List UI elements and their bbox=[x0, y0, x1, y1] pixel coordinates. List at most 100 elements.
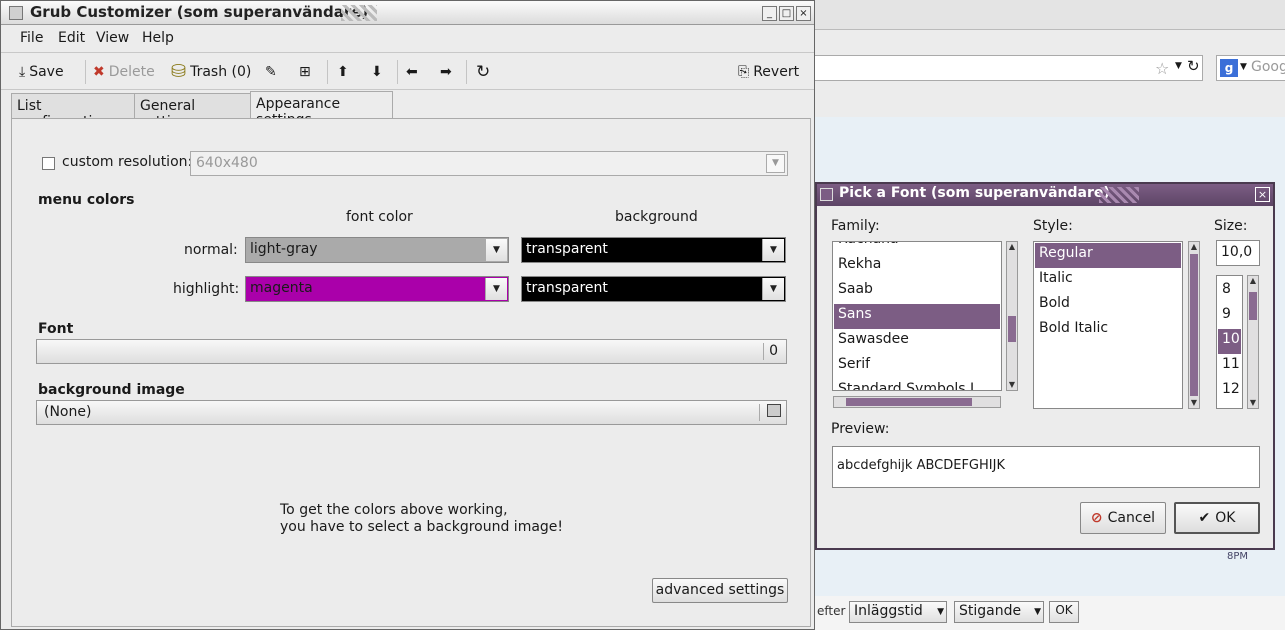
cancel-button[interactable]: ⊘ Cancel bbox=[1080, 502, 1166, 534]
dialog-close-button[interactable]: × bbox=[1255, 187, 1270, 202]
style-item[interactable]: Bold bbox=[1035, 293, 1181, 318]
tab-appearance-settings[interactable]: Appearance settings bbox=[250, 91, 393, 128]
trash-icon: ⛁ bbox=[171, 61, 187, 82]
scroll-down-icon[interactable]: ▼ bbox=[1007, 380, 1017, 390]
create-entry-button[interactable]: ⊞ bbox=[299, 62, 311, 82]
family-horizontal-scrollbar[interactable] bbox=[833, 396, 1001, 408]
menu-help[interactable]: Help bbox=[142, 30, 174, 46]
family-item-selected[interactable]: Sans bbox=[834, 304, 1000, 329]
highlight-background-select[interactable]: transparent ▼ bbox=[521, 276, 786, 302]
ok-button[interactable]: ✔ OK bbox=[1174, 502, 1260, 534]
scrollbar-thumb[interactable] bbox=[1008, 316, 1016, 342]
family-item[interactable]: Sawasdee bbox=[834, 329, 1000, 354]
style-item-selected[interactable]: Regular bbox=[1035, 243, 1181, 268]
trash-button[interactable]: ⛁ Trash (0) bbox=[171, 62, 251, 82]
move-left-button[interactable]: ⬅ bbox=[406, 62, 418, 82]
delete-button[interactable]: ✖ Delete bbox=[93, 62, 155, 82]
search-engine-dropdown-icon[interactable]: ▼ bbox=[1240, 62, 1247, 72]
background-column-header: background bbox=[615, 209, 698, 225]
highlight-font-color-select[interactable]: magenta ▼ bbox=[245, 276, 509, 302]
move-up-button[interactable]: ⬆ bbox=[337, 62, 349, 82]
family-item[interactable]: Serif bbox=[834, 354, 1000, 379]
scroll-up-icon[interactable]: ▲ bbox=[1189, 242, 1199, 252]
refresh-button[interactable]: ↻ bbox=[476, 62, 490, 82]
menu-file[interactable]: File bbox=[20, 30, 43, 46]
background-image-note: To get the colors above working, you hav… bbox=[280, 502, 563, 536]
highlight-label: highlight: bbox=[173, 281, 240, 297]
scroll-down-icon[interactable]: ▼ bbox=[1189, 398, 1199, 408]
sort-field-select[interactable]: Inläggstid ▼ bbox=[849, 601, 947, 623]
note-line-2: you have to select a background image! bbox=[280, 519, 564, 535]
custom-resolution-combo[interactable]: 640x480 ▼ bbox=[190, 151, 788, 176]
family-item[interactable]: Rachana bbox=[834, 242, 1000, 254]
family-item[interactable]: Saab bbox=[834, 279, 1000, 304]
font-picker-button[interactable]: 0 bbox=[36, 339, 787, 364]
size-item[interactable]: 11 bbox=[1218, 354, 1241, 379]
sort-ok-button[interactable]: OK bbox=[1049, 601, 1079, 623]
style-item[interactable]: Bold Italic bbox=[1035, 318, 1181, 343]
scrollbar-thumb[interactable] bbox=[1249, 292, 1257, 320]
window-menu-icon[interactable] bbox=[9, 6, 23, 20]
family-item[interactable]: Standard Symbols L bbox=[834, 379, 1000, 390]
preview-entry[interactable]: abcdefghijk ABCDEFGHIJK bbox=[832, 446, 1260, 488]
revert-button[interactable]: ⎘ Revert bbox=[738, 62, 799, 82]
browser-search-box[interactable]: g ▼ Goog bbox=[1216, 55, 1285, 81]
size-entry[interactable]: 10,0 bbox=[1216, 240, 1260, 266]
preview-label: Preview: bbox=[831, 421, 890, 437]
url-dropdown-icon[interactable]: ▼ bbox=[1175, 61, 1182, 71]
bookmark-star-icon[interactable]: ☆ bbox=[1155, 59, 1169, 78]
sort-order-select[interactable]: Stigande ▼ bbox=[954, 601, 1044, 623]
rename-button[interactable]: ✎ bbox=[265, 62, 277, 82]
size-list[interactable]: 8 9 10 11 12 bbox=[1216, 275, 1243, 409]
style-scrollbar[interactable]: ▲ ▼ bbox=[1188, 241, 1200, 409]
size-item[interactable]: 12 bbox=[1218, 379, 1241, 404]
custom-resolution-checkbox[interactable] bbox=[42, 157, 55, 170]
titlebar-grip bbox=[1099, 187, 1139, 203]
custom-resolution-value: 640x480 bbox=[196, 155, 258, 171]
family-list[interactable]: Rachana Rekha Saab Sans Sawasdee Serif S… bbox=[832, 241, 1002, 391]
normal-background-select[interactable]: transparent ▼ bbox=[521, 237, 786, 263]
scrollbar-thumb[interactable] bbox=[1190, 254, 1198, 396]
size-item[interactable]: 9 bbox=[1218, 304, 1241, 329]
scroll-down-icon[interactable]: ▼ bbox=[1248, 398, 1258, 408]
browser-tab-strip bbox=[815, 0, 1285, 30]
style-list[interactable]: Regular Italic Bold Bold Italic bbox=[1033, 241, 1183, 409]
reload-icon[interactable]: ↻ bbox=[1187, 57, 1200, 75]
arrow-left-icon: ⬅ bbox=[406, 64, 418, 80]
style-item[interactable]: Italic bbox=[1035, 268, 1181, 293]
chevron-down-icon: ▼ bbox=[937, 607, 944, 617]
style-label: Style: bbox=[1033, 218, 1073, 234]
close-button[interactable]: × bbox=[796, 6, 811, 21]
browser-url-bar[interactable]: ☆ ▼ ↻ bbox=[815, 55, 1203, 81]
maximize-button[interactable]: □ bbox=[779, 6, 794, 21]
pm-icon[interactable]: 8PM bbox=[1227, 551, 1251, 569]
menu-edit[interactable]: Edit bbox=[58, 30, 85, 46]
tab-list-configuration[interactable]: List configuration bbox=[11, 93, 135, 130]
font-color-column-header: font color bbox=[346, 209, 413, 225]
size-item[interactable]: 8 bbox=[1218, 279, 1241, 304]
save-button[interactable]: ⤓ Save bbox=[19, 62, 64, 82]
window-title: Grub Customizer (som superanvändare) bbox=[30, 3, 369, 21]
window-titlebar[interactable]: Grub Customizer (som superanvändare) _ □… bbox=[1, 1, 814, 25]
scroll-up-icon[interactable]: ▲ bbox=[1007, 242, 1017, 252]
move-down-button[interactable]: ⬇ bbox=[371, 62, 383, 82]
new-entry-icon: ⊞ bbox=[299, 64, 311, 80]
size-item-selected[interactable]: 10 bbox=[1218, 329, 1241, 354]
size-scrollbar[interactable]: ▲ ▼ bbox=[1247, 275, 1259, 409]
move-right-button[interactable]: ➡ bbox=[440, 62, 452, 82]
folder-icon bbox=[767, 404, 781, 417]
dialog-titlebar[interactable]: Pick a Font (som superanvändare) × bbox=[817, 184, 1273, 206]
family-item[interactable]: Rekha bbox=[834, 254, 1000, 279]
normal-font-color-select[interactable]: light-gray ▼ bbox=[245, 237, 509, 263]
minimize-button[interactable]: _ bbox=[762, 6, 777, 21]
family-scrollbar[interactable]: ▲ ▼ bbox=[1006, 241, 1018, 391]
scrollbar-thumb[interactable] bbox=[846, 398, 972, 406]
scroll-up-icon[interactable]: ▲ bbox=[1248, 276, 1258, 286]
cancel-icon: ⊘ bbox=[1090, 510, 1103, 526]
search-engine-icon[interactable]: g bbox=[1220, 59, 1238, 77]
menu-view[interactable]: View bbox=[96, 30, 129, 46]
advanced-settings-button[interactable]: advanced settings bbox=[652, 578, 788, 603]
dialog-menu-icon[interactable] bbox=[820, 188, 833, 201]
background-image-chooser[interactable]: (None) bbox=[36, 400, 787, 425]
tab-general-settings[interactable]: General settings bbox=[134, 93, 251, 130]
